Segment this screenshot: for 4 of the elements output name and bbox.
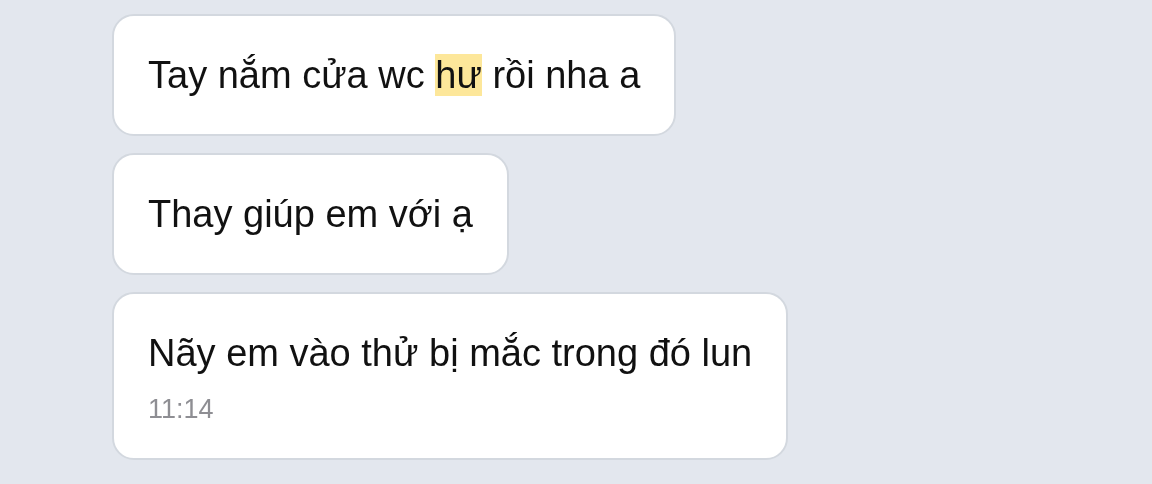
message-text: Tay nắm cửa wc hư rồi nha a: [148, 53, 641, 98]
message-text: Nãy em vào thử bị mắc trong đó lun: [148, 331, 753, 376]
message-text: Thay giúp em với ạ: [148, 192, 473, 237]
message-time: 11:14: [148, 393, 215, 425]
